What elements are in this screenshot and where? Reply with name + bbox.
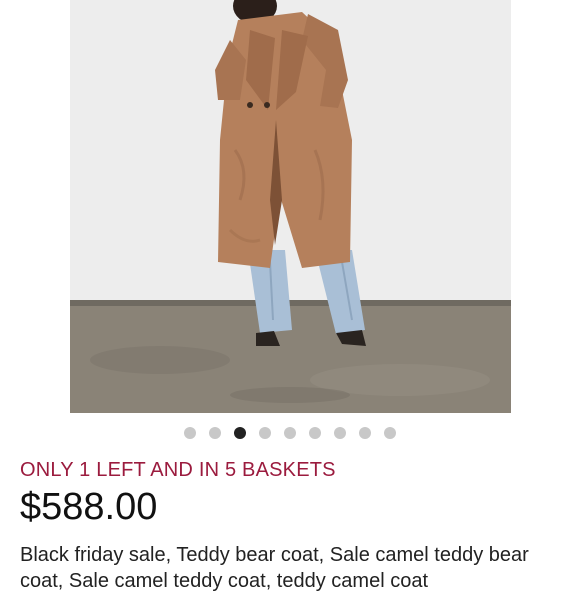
carousel-dot[interactable] — [259, 427, 271, 439]
carousel-dot[interactable] — [209, 427, 221, 439]
carousel-dot[interactable] — [384, 427, 396, 439]
carousel-dots — [0, 427, 580, 439]
price: $588.00 — [20, 486, 158, 528]
carousel-dot[interactable] — [284, 427, 296, 439]
carousel-dot[interactable] — [334, 427, 346, 439]
item-description: Black friday sale, Teddy bear coat, Sale… — [20, 544, 529, 592]
carousel-dot[interactable] — [359, 427, 371, 439]
product-photo[interactable] — [70, 0, 511, 413]
carousel-dot[interactable] — [234, 427, 246, 439]
carousel-dot[interactable] — [184, 427, 196, 439]
stock-message: ONLY 1 LEFT AND IN 5 BASKETS — [20, 459, 336, 481]
carousel-dot[interactable] — [309, 427, 321, 439]
teddy-coat-photo — [70, 0, 511, 413]
